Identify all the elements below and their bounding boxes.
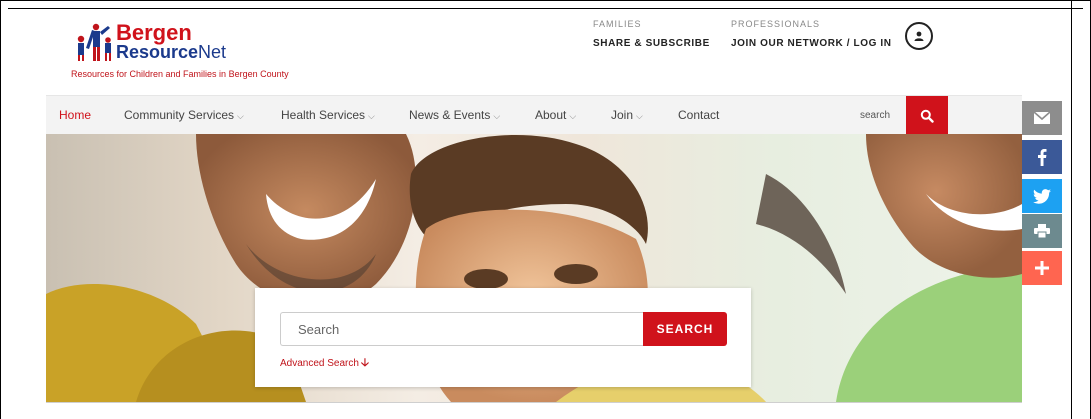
search-icon — [920, 109, 934, 123]
top-divider — [8, 8, 1083, 9]
account-button[interactable] — [905, 22, 933, 50]
share-subscribe-link[interactable]: SHARE & SUBSCRIBE — [593, 38, 710, 49]
nav-health-services-label: Health Services — [281, 108, 366, 122]
chevron-down-icon: ⌵ — [569, 111, 577, 121]
site-tagline: Resources for Children and Families in B… — [71, 69, 289, 79]
nav-news-events[interactable]: News & Events ⌵ — [409, 96, 500, 135]
share-twitter-button[interactable] — [1022, 179, 1062, 213]
nav-join-label: Join — [611, 108, 634, 122]
user-icon — [914, 31, 924, 41]
share-more-button[interactable] — [1022, 251, 1062, 285]
nav-home[interactable]: Home — [59, 96, 91, 135]
nav-search-label[interactable]: search — [860, 96, 890, 135]
main-nav: Home Community Services ⌵ Health Services… — [46, 95, 1022, 135]
hero-search-button[interactable]: SEARCH — [643, 312, 727, 346]
nav-contact[interactable]: Contact — [678, 96, 719, 135]
nav-about[interactable]: About ⌵ — [535, 96, 576, 135]
share-print-button[interactable] — [1022, 214, 1062, 248]
families-group: FAMILIES SHARE & SUBSCRIBE — [593, 19, 710, 49]
chevron-down-icon: ⌵ — [493, 111, 501, 121]
nav-join[interactable]: Join ⌵ — [611, 96, 643, 135]
logo-resourcenet-text: ResourceNet — [116, 42, 226, 62]
facebook-icon — [1038, 149, 1047, 166]
chevron-down-icon: ⌵ — [368, 111, 375, 121]
join-network-login-link[interactable]: JOIN OUR NETWORK / LOG IN — [731, 38, 892, 49]
nav-contact-label: Contact — [678, 108, 720, 122]
hero-search-input[interactable] — [280, 312, 644, 346]
nav-community-services[interactable]: Community Services ⌵ — [124, 96, 244, 135]
chevron-down-icon: ⌵ — [237, 111, 244, 121]
nav-search-button[interactable] — [906, 96, 948, 135]
right-border — [1071, 0, 1072, 419]
professionals-group: PROFESSIONALS JOIN OUR NETWORK / LOG IN — [731, 19, 892, 49]
advanced-search-label: Advanced Search — [280, 358, 359, 369]
nav-about-label: About — [535, 108, 567, 122]
families-label: FAMILIES — [593, 19, 642, 29]
nav-community-services-label: Community Services — [124, 108, 235, 122]
nav-news-events-label: News & Events — [409, 108, 491, 122]
family-logo-icon — [77, 23, 111, 61]
hero-bottom-border — [46, 402, 1022, 403]
chevron-down-icon: ⌵ — [636, 111, 643, 121]
hero-search-card: SEARCH Advanced Search🡣 — [255, 288, 751, 387]
arrow-down-icon: 🡣 — [360, 357, 369, 369]
nav-health-services[interactable]: Health Services ⌵ — [281, 96, 375, 135]
share-email-button[interactable] — [1022, 101, 1062, 135]
logo-resource-bold: Resource — [116, 42, 199, 62]
nav-home-label: Home — [59, 108, 92, 122]
email-icon — [1033, 111, 1051, 124]
logo-net: Net — [198, 42, 227, 62]
print-icon — [1034, 224, 1050, 238]
more-icon — [1035, 261, 1049, 275]
logo-bergen-text: Bergen — [116, 20, 192, 45]
share-facebook-button[interactable] — [1022, 140, 1062, 174]
professionals-label: PROFESSIONALS — [731, 19, 821, 29]
twitter-icon — [1033, 188, 1051, 204]
advanced-search-link[interactable]: Advanced Search 🡣 — [280, 354, 369, 373]
